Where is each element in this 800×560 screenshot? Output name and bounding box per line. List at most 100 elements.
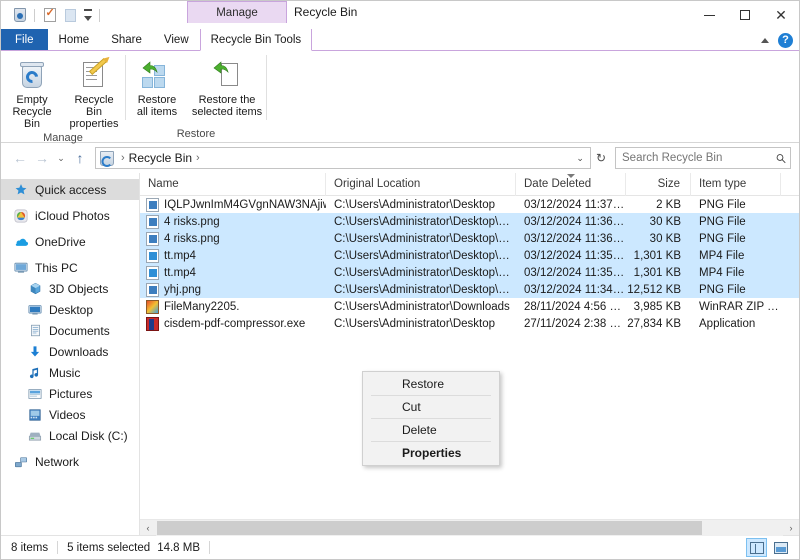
search-input[interactable] — [622, 152, 776, 164]
recycle-bin-icon[interactable] — [9, 5, 30, 25]
restore-all-items-button[interactable]: Restore all items — [126, 55, 188, 126]
details-view-button[interactable] — [746, 538, 767, 557]
large-icons-view-icon — [773, 541, 788, 554]
empty-recycle-bin-label-2: Recycle Bin — [12, 106, 52, 130]
tab-home-label: Home — [58, 33, 90, 46]
collapse-ribbon-icon[interactable] — [761, 37, 769, 43]
file-type-cell: PNG File — [699, 283, 746, 296]
column-header-name-label: Name — [148, 177, 179, 190]
file-location-cell: C:\Users\Administrator\Desktop\Utility\.… — [334, 249, 516, 262]
mp4-file-icon — [146, 248, 159, 263]
scroll-right-button[interactable]: › — [783, 520, 799, 536]
ribbon-tab-bar: File Home Share View Recycle Bin Tools ? — [1, 29, 799, 51]
ribbon-group-manage: Empty Recycle Bin Recycle Bin properties… — [1, 51, 125, 144]
tab-share[interactable]: Share — [100, 29, 153, 50]
restore-all-icon — [142, 58, 172, 92]
tab-home[interactable]: Home — [48, 29, 101, 50]
file-date-cell: 03/12/2024 11:37 AM — [524, 198, 626, 211]
search-box[interactable] — [615, 147, 791, 169]
sidebar-item-3d-objects[interactable]: 3D Objects — [1, 278, 139, 299]
restore-selected-items-button[interactable]: Restore the selected items — [188, 55, 266, 126]
empty-recycle-bin-button[interactable]: Empty Recycle Bin — [1, 55, 63, 130]
column-header-size-label: Size — [657, 177, 680, 190]
sidebar-item-videos[interactable]: Videos — [1, 404, 139, 425]
table-row[interactable]: FileMany2205. C:\Users\Administrator\Down… — [140, 298, 799, 315]
scrollbar-track[interactable] — [156, 519, 783, 536]
sidebar-item-label: iCloud Photos — [35, 208, 110, 223]
table-row[interactable]: tt.mp4 C:\Users\Administrator\Desktop\Uti… — [140, 264, 799, 281]
sidebar-item-documents[interactable]: Documents — [1, 320, 139, 341]
sidebar-item-pictures[interactable]: Pictures — [1, 383, 139, 404]
sidebar-item-network[interactable]: Network — [1, 451, 139, 472]
scroll-left-button[interactable]: ‹ — [140, 520, 156, 536]
forward-button[interactable]: → — [31, 147, 53, 169]
customize-icon[interactable] — [81, 5, 95, 25]
empty-recycle-bin-label-1: Empty — [16, 94, 48, 106]
context-menu-item-delete[interactable]: Delete — [363, 419, 499, 441]
table-row[interactable]: 4 risks.png C:\Users\Administrator\Deskto… — [140, 230, 799, 247]
context-menu-item-cut[interactable]: Cut — [363, 396, 499, 418]
new-folder-icon[interactable] — [60, 5, 81, 25]
breadcrumb-item-recycle-bin[interactable]: Recycle Bin — [129, 151, 192, 165]
file-name-label: 4 risks.png — [164, 232, 220, 245]
recycle-bin-properties-button[interactable]: Recycle Bin properties — [63, 55, 125, 130]
address-bar: ← → ⌄ ↑ › Recycle Bin › ⌄ ↻ — [1, 143, 799, 173]
address-dropdown-icon[interactable]: ⌄ — [572, 153, 588, 164]
ribbon-group-divider-2 — [266, 55, 267, 120]
downloads-icon — [27, 344, 43, 360]
sidebar-item-onedrive[interactable]: OneDrive — [1, 231, 139, 252]
sidebar-item-music[interactable]: Music — [1, 362, 139, 383]
column-header-size[interactable]: Size — [626, 172, 691, 196]
context-menu-item-properties[interactable]: Properties — [363, 442, 499, 464]
column-header-original-location[interactable]: Original Location — [326, 172, 516, 196]
sidebar-item-local-disk-c[interactable]: Local Disk (C:) — [1, 425, 139, 446]
tab-share-label: Share — [111, 33, 142, 46]
table-row[interactable]: cisdem-pdf-compressor.exe C:\Users\Admini… — [140, 315, 799, 332]
back-button[interactable]: ← — [9, 147, 31, 169]
minimize-button[interactable] — [691, 1, 727, 29]
horizontal-scrollbar[interactable]: ‹ › — [140, 519, 799, 536]
context-menu-item-restore[interactable]: Restore — [363, 373, 499, 395]
file-list-pane: Name Original Location Date Deleted Size… — [140, 172, 799, 536]
table-row[interactable]: tt.mp4 C:\Users\Administrator\Desktop\Uti… — [140, 247, 799, 264]
properties-icon — [80, 57, 108, 92]
table-row[interactable]: IQLPJwnImM4GVgnNAW3NAjiwXP... C:\Users\Ad… — [140, 196, 799, 213]
file-date-cell: 03/12/2024 11:35 AM — [524, 249, 626, 262]
close-button[interactable]: ✕ — [763, 1, 799, 29]
breadcrumb[interactable]: › Recycle Bin › ⌄ — [95, 147, 591, 169]
large-icons-view-button[interactable] — [770, 538, 791, 557]
sidebar-item-label: Documents — [49, 323, 110, 338]
sidebar-item-quick-access[interactable]: Quick access — [1, 179, 139, 200]
tab-view[interactable]: View — [153, 29, 200, 50]
sidebar-item-label: Music — [49, 365, 81, 380]
restore-all-items-label-2: all items — [136, 106, 178, 118]
column-header-item-type[interactable]: Item type — [691, 172, 781, 196]
status-selection-size: 14.8 MB — [157, 541, 201, 554]
forward-icon: → — [35, 150, 49, 166]
recent-locations-button[interactable]: ⌄ — [53, 147, 69, 169]
status-divider — [57, 541, 59, 554]
file-size-cell: 1,301 KB — [633, 249, 681, 262]
column-header-name[interactable]: Name — [140, 172, 326, 196]
tab-recycle-bin-tools-label: Recycle Bin Tools — [210, 33, 302, 46]
scrollbar-thumb[interactable] — [157, 520, 703, 535]
maximize-button[interactable] — [727, 1, 763, 29]
tab-recycle-bin-tools[interactable]: Recycle Bin Tools — [199, 29, 313, 51]
sidebar-item-this-pc[interactable]: This PC — [1, 257, 139, 278]
breadcrumb-sep-1[interactable]: › — [192, 152, 204, 164]
table-row[interactable]: 4 risks.png C:\Users\Administrator\Deskto… — [140, 213, 799, 230]
file-location-cell: C:\Users\Administrator\Desktop — [334, 317, 496, 330]
table-row[interactable]: yhj.png C:\Users\Administrator\Desktop\Ut… — [140, 281, 799, 298]
green-arrow-icon — [142, 61, 158, 74]
refresh-button[interactable]: ↻ — [591, 151, 611, 165]
help-icon[interactable]: ? — [778, 32, 793, 48]
up-button[interactable]: ↑ — [69, 147, 91, 169]
up-arrow-icon: ↑ — [76, 150, 84, 166]
tab-file[interactable]: File — [1, 29, 48, 50]
sidebar-item-desktop[interactable]: Desktop — [1, 299, 139, 320]
column-header-date-deleted[interactable]: Date Deleted — [516, 172, 626, 196]
properties-icon[interactable] — [39, 5, 60, 25]
file-size-cell: 2 KB — [656, 198, 681, 211]
sidebar-item-downloads[interactable]: Downloads — [1, 341, 139, 362]
sidebar-item-icloud-photos[interactable]: iCloud Photos — [1, 205, 139, 226]
